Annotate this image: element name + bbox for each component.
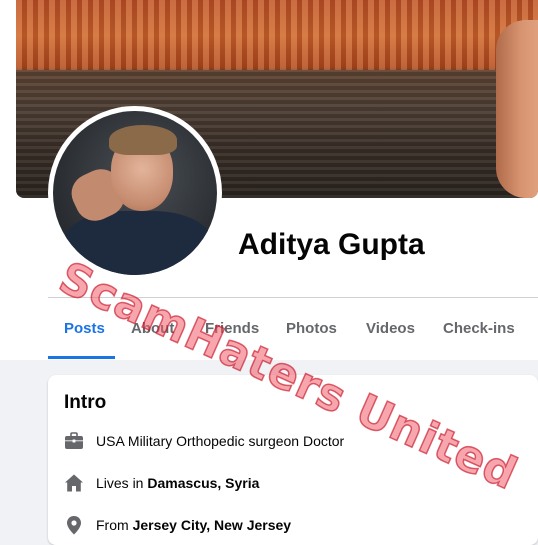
tab-about[interactable]: About bbox=[131, 320, 174, 337]
profile-name: Aditya Gupta bbox=[238, 228, 425, 261]
tab-check-ins[interactable]: Check-ins bbox=[443, 320, 515, 337]
intro-lives-place[interactable]: Damascus, Syria bbox=[147, 475, 259, 491]
intro-from-prefix: From bbox=[96, 517, 133, 533]
intro-card: Intro USA Military Orthopedic surgeon Do… bbox=[48, 375, 538, 545]
avatar-shirt bbox=[63, 211, 213, 275]
tab-friends[interactable]: Friends bbox=[205, 320, 259, 337]
intro-work-text: USA Military Orthopedic surgeon Doctor bbox=[96, 433, 345, 449]
cover-arm bbox=[496, 20, 538, 198]
intro-title: Intro bbox=[64, 392, 107, 413]
cover-rock-texture bbox=[16, 0, 538, 70]
intro-from-place[interactable]: Jersey City, New Jersey bbox=[133, 517, 292, 533]
tab-photos[interactable]: Photos bbox=[286, 320, 337, 337]
home-icon bbox=[64, 473, 84, 493]
active-tab-indicator bbox=[48, 356, 115, 359]
profile-avatar[interactable] bbox=[53, 111, 217, 275]
profile-header: Aditya Gupta Posts About Friends Photos … bbox=[0, 0, 538, 360]
avatar-hair bbox=[109, 125, 177, 155]
tab-posts[interactable]: Posts bbox=[64, 320, 105, 337]
header-divider bbox=[48, 297, 538, 298]
briefcase-icon bbox=[64, 431, 84, 451]
location-pin-icon bbox=[64, 515, 84, 535]
tab-videos[interactable]: Videos bbox=[366, 320, 415, 337]
intro-lives-prefix: Lives in bbox=[96, 475, 148, 491]
